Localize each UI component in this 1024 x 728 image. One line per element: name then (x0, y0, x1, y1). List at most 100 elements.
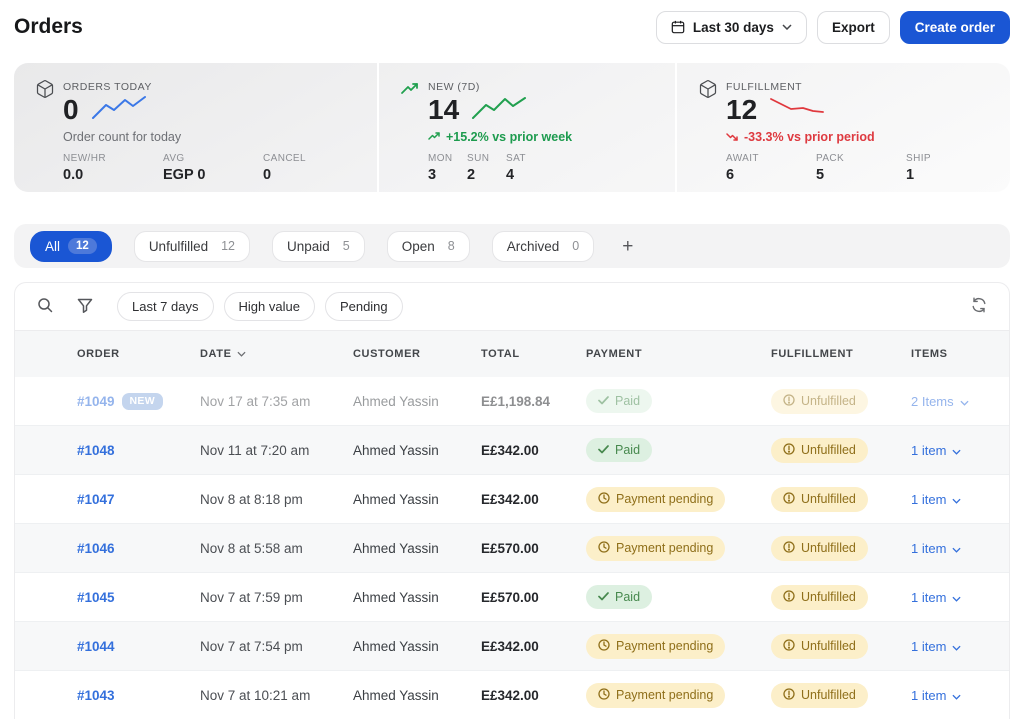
fulfillment-badge: Unfulfilled (771, 389, 868, 414)
check-icon (598, 394, 609, 408)
order-total: E£570.00 (481, 541, 586, 556)
funnel-icon (77, 298, 93, 316)
items-expander[interactable]: 1 item (911, 541, 961, 556)
items-expander[interactable]: 1 item (911, 590, 961, 605)
clock-icon (598, 541, 610, 556)
order-total: E£570.00 (481, 590, 586, 605)
check-icon (598, 443, 609, 457)
calendar-icon (671, 20, 685, 34)
order-customer: Ahmed Yassin (353, 443, 481, 458)
table-row[interactable]: #1044 Nov 7 at 7:54 pm Ahmed Yassin E£34… (15, 621, 1009, 670)
export-button[interactable]: Export (817, 11, 890, 44)
filter-bar: Last 7 days High value Pending (15, 283, 1009, 330)
stat-value: 14 (428, 95, 459, 124)
stat-trend: +15.2% vs prior week (428, 130, 661, 144)
alert-circle-icon (783, 639, 795, 654)
table-row[interactable]: #1043 Nov 7 at 10:21 am Ahmed Yassin E£3… (15, 670, 1009, 719)
items-expander[interactable]: 2 Items (911, 394, 969, 409)
new-badge: NEW (122, 393, 163, 410)
chip-pending[interactable]: Pending (325, 292, 403, 321)
fulfillment-badge: Unfulfilled (771, 634, 868, 659)
date-range-button[interactable]: Last 30 days (656, 11, 807, 44)
order-link[interactable]: #1043 (77, 688, 115, 703)
search-button[interactable] (35, 295, 55, 318)
order-customer: Ahmed Yassin (353, 688, 481, 703)
order-total: E£342.00 (481, 492, 586, 507)
stats-card-orders-today: ORDERS TODAY 0 Order count for today NEW… (14, 63, 377, 192)
refresh-button[interactable] (969, 295, 989, 318)
tab-open[interactable]: Open8 (387, 231, 470, 262)
column-header-customer: CUSTOMER (353, 348, 481, 360)
chevron-down-icon (960, 394, 969, 409)
chevron-down-icon (952, 590, 961, 605)
chip-high-value[interactable]: High value (224, 292, 315, 321)
sparkline-red (769, 94, 827, 125)
column-header-items: ITEMS (911, 348, 989, 360)
order-link[interactable]: #1044 (77, 639, 115, 654)
filter-button[interactable] (75, 296, 95, 318)
stat-value: 12 (726, 95, 757, 124)
topbar-actions: Last 30 days Export Create order (656, 11, 1010, 44)
table-header-row: ORDER DATE CUSTOMER TOTAL PAYMENT FULFIL… (15, 330, 1009, 376)
fulfillment-badge: Unfulfilled (771, 585, 868, 610)
order-link[interactable]: #1049 (77, 394, 115, 409)
stats-strip: ORDERS TODAY 0 Order count for today NEW… (14, 63, 1010, 192)
trend-down-icon (726, 130, 739, 144)
order-customer: Ahmed Yassin (353, 394, 481, 409)
table-row[interactable]: #1047 Nov 8 at 8:18 pm Ahmed Yassin E£34… (15, 474, 1009, 523)
order-date: Nov 7 at 7:54 pm (200, 639, 353, 654)
order-customer: Ahmed Yassin (353, 590, 481, 605)
table-row[interactable]: #1046 Nov 8 at 5:58 am Ahmed Yassin E£57… (15, 523, 1009, 572)
page-title: Orders (14, 15, 83, 39)
items-expander[interactable]: 1 item (911, 639, 961, 654)
column-header-date[interactable]: DATE (200, 348, 353, 360)
stat-subtitle: Order count for today (63, 130, 363, 144)
stat-columns: NEW/HR0.0 AVGEGP 0 CANCEL0 (63, 153, 363, 183)
table-row[interactable]: #1049 NEW Nov 17 at 7:35 am Ahmed Yassin… (15, 376, 1009, 425)
alert-circle-icon (783, 394, 795, 409)
alert-circle-icon (783, 590, 795, 605)
stats-card-fulfillment: FULFILLMENT 12 -33.3% vs prior period AW… (675, 63, 1010, 192)
payment-badge: Paid (586, 389, 652, 413)
alert-circle-icon (783, 443, 795, 458)
orders-card: Last 7 days High value Pending ORDER DAT… (14, 282, 1010, 719)
payment-badge: Payment pending (586, 487, 725, 512)
payment-badge: Payment pending (586, 634, 725, 659)
order-link[interactable]: #1046 (77, 541, 115, 556)
package-icon (698, 79, 718, 104)
order-total: E£1,198.84 (481, 394, 586, 409)
sparkline-blue (91, 94, 149, 125)
payment-badge: Payment pending (586, 683, 725, 708)
refresh-icon (971, 297, 987, 316)
tab-unpaid[interactable]: Unpaid5 (272, 231, 365, 262)
clock-icon (598, 639, 610, 654)
table-row[interactable]: #1045 Nov 7 at 7:59 pm Ahmed Yassin E£57… (15, 572, 1009, 621)
tabs-bar: All12 Unfulfilled12 Unpaid5 Open8 Archiv… (14, 224, 1010, 268)
stat-value: 0 (63, 95, 79, 124)
order-date: Nov 8 at 8:18 pm (200, 492, 353, 507)
add-tab-button[interactable]: + (616, 237, 639, 256)
column-header-order: ORDER (77, 348, 200, 360)
column-header-total: TOTAL (481, 348, 586, 360)
order-link[interactable]: #1045 (77, 590, 115, 605)
order-link[interactable]: #1048 (77, 443, 115, 458)
tab-all[interactable]: All12 (30, 231, 112, 262)
stat-label: NEW (7D) (428, 78, 661, 93)
create-order-button[interactable]: Create order (900, 11, 1010, 44)
payment-badge: Payment pending (586, 536, 725, 561)
column-header-fulfillment: FULFILLMENT (771, 348, 911, 360)
chip-last-7-days[interactable]: Last 7 days (117, 292, 214, 321)
alert-circle-icon (783, 492, 795, 507)
order-link[interactable]: #1047 (77, 492, 115, 507)
items-expander[interactable]: 1 item (911, 443, 961, 458)
tab-unfulfilled[interactable]: Unfulfilled12 (134, 231, 250, 262)
items-expander[interactable]: 1 item (911, 492, 961, 507)
table-row[interactable]: #1048 Nov 11 at 7:20 am Ahmed Yassin E£3… (15, 425, 1009, 474)
tab-archived[interactable]: Archived0 (492, 231, 594, 262)
items-expander[interactable]: 1 item (911, 688, 961, 703)
order-customer: Ahmed Yassin (353, 492, 481, 507)
clock-icon (598, 492, 610, 507)
order-date: Nov 8 at 5:58 am (200, 541, 353, 556)
order-date: Nov 11 at 7:20 am (200, 443, 353, 458)
stat-columns: MON3 SUN2 SAT4 (428, 153, 661, 183)
